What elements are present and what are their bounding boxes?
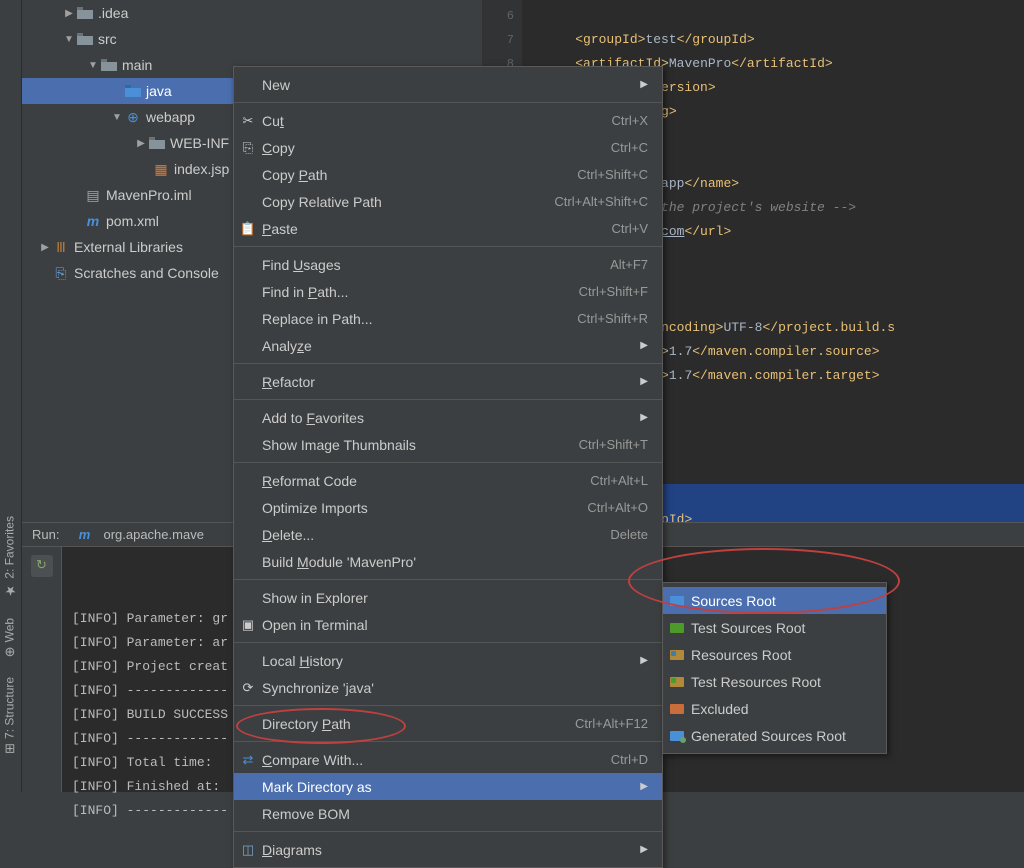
expander-icon[interactable]: ▼ [86, 60, 100, 71]
generated-sources-folder-icon [669, 728, 685, 744]
structure-icon: ⊞ [2, 743, 17, 754]
module-icon: ▤ [84, 187, 102, 204]
tree-label: main [122, 57, 152, 73]
tree-label: webapp [146, 109, 195, 125]
submenu-resources-root[interactable]: Resources Root [663, 641, 886, 668]
chevron-right-icon: ▶ [640, 340, 648, 351]
globe-icon: ⊕ [2, 646, 17, 657]
web-folder-icon: ⊕ [124, 109, 142, 126]
submenu-test-sources-root[interactable]: Test Sources Root [663, 614, 886, 641]
tree-label: index.jsp [174, 161, 229, 177]
tree-item-src[interactable]: ▼ src [22, 26, 482, 52]
ctx-show-thumbnails[interactable]: Show Image ThumbnailsCtrl+Shift+T [234, 431, 662, 458]
ctx-diagrams[interactable]: ◫Diagrams▶ [234, 836, 662, 863]
sources-folder-icon [669, 593, 685, 609]
mark-directory-submenu: Sources Root Test Sources Root Resources… [662, 582, 887, 754]
chevron-right-icon: ▶ [640, 79, 648, 90]
tree-label: Scratches and Console [74, 265, 219, 281]
folder-icon [124, 85, 142, 97]
clipboard-icon: 📋 [240, 221, 256, 237]
tree-label: WEB-INF [170, 135, 229, 151]
tree-label: .idea [98, 5, 128, 21]
submenu-excluded[interactable]: Excluded [663, 695, 886, 722]
side-tab-web[interactable]: ⊕Web [0, 608, 19, 667]
run-tab[interactable]: m org.apache.mave [75, 527, 203, 542]
ctx-copy[interactable]: ⎘CopyCtrl+C [234, 134, 662, 161]
jsp-icon: ▦ [152, 161, 170, 178]
tree-label: MavenPro.iml [106, 187, 192, 203]
ctx-analyze[interactable]: Analyze▶ [234, 332, 662, 359]
folder-icon [100, 59, 118, 71]
expander-icon[interactable]: ▶ [134, 138, 148, 149]
test-sources-folder-icon [669, 620, 685, 636]
ctx-add-favorites[interactable]: Add to Favorites▶ [234, 404, 662, 431]
folder-icon [76, 33, 94, 45]
ctx-compare-with[interactable]: ⇄Compare With...Ctrl+D [234, 746, 662, 773]
rerun-icon[interactable]: ↻ [31, 555, 53, 577]
chevron-right-icon: ▶ [640, 781, 648, 792]
ctx-find-usages[interactable]: Find UsagesAlt+F7 [234, 251, 662, 278]
ctx-reformat[interactable]: Reformat CodeCtrl+Alt+L [234, 467, 662, 494]
ctx-new[interactable]: New▶ [234, 71, 662, 98]
maven-icon: m [75, 527, 93, 542]
compare-icon: ⇄ [240, 752, 256, 768]
tree-label: pom.xml [106, 213, 159, 229]
ctx-build-module[interactable]: Build Module 'MavenPro' [234, 548, 662, 575]
ctx-remove-bom[interactable]: Remove BOM [234, 800, 662, 827]
star-icon: ★ [2, 583, 17, 598]
chevron-right-icon: ▶ [640, 655, 648, 666]
ctx-open-terminal[interactable]: ▣Open in Terminal [234, 611, 662, 638]
ctx-delete[interactable]: Delete...Delete [234, 521, 662, 548]
tree-label: java [146, 83, 172, 99]
ctx-replace-in-path[interactable]: Replace in Path...Ctrl+Shift+R [234, 305, 662, 332]
diagram-icon: ◫ [240, 842, 256, 858]
folder-icon [76, 7, 94, 19]
chevron-right-icon: ▶ [640, 844, 648, 855]
ctx-cut[interactable]: ✂CutCtrl+X [234, 107, 662, 134]
scissors-icon: ✂ [240, 113, 256, 129]
expander-icon[interactable]: ▶ [38, 242, 52, 253]
submenu-generated-sources-root[interactable]: Generated Sources Root [663, 722, 886, 749]
ctx-refactor[interactable]: Refactor▶ [234, 368, 662, 395]
terminal-icon: ▣ [240, 617, 256, 633]
chevron-right-icon: ▶ [640, 376, 648, 387]
ctx-copy-relative-path[interactable]: Copy Relative PathCtrl+Alt+Shift+C [234, 188, 662, 215]
side-tab-favorites[interactable]: ★2: Favorites [0, 506, 19, 608]
folder-icon [148, 137, 166, 149]
sync-icon: ⟳ [240, 680, 256, 696]
resources-folder-icon [669, 647, 685, 663]
test-resources-folder-icon [669, 674, 685, 690]
ctx-show-explorer[interactable]: Show in Explorer [234, 584, 662, 611]
run-label: Run: [32, 527, 59, 542]
expander-icon[interactable]: ▶ [62, 8, 76, 19]
console-toolbar: ↻ [22, 547, 62, 792]
submenu-sources-root[interactable]: Sources Root [663, 587, 886, 614]
ctx-mark-directory-as[interactable]: Mark Directory as▶ [234, 773, 662, 800]
maven-icon: m [84, 213, 102, 229]
tree-label: External Libraries [74, 239, 183, 255]
ctx-paste[interactable]: 📋PasteCtrl+V [234, 215, 662, 242]
tree-item-idea[interactable]: ▶ .idea [22, 0, 482, 26]
expander-icon[interactable]: ▼ [110, 112, 124, 123]
libraries-icon: Ⅲ [52, 239, 70, 256]
scratches-icon: ⎘ [52, 265, 70, 282]
ctx-directory-path[interactable]: Directory PathCtrl+Alt+F12 [234, 710, 662, 737]
expander-icon[interactable]: ▼ [62, 34, 76, 45]
chevron-right-icon: ▶ [640, 412, 648, 423]
copy-icon: ⎘ [240, 140, 256, 156]
ctx-optimize-imports[interactable]: Optimize ImportsCtrl+Alt+O [234, 494, 662, 521]
excluded-folder-icon [669, 701, 685, 717]
tree-label: src [98, 31, 117, 47]
submenu-test-resources-root[interactable]: Test Resources Root [663, 668, 886, 695]
ctx-copy-path[interactable]: Copy PathCtrl+Shift+C [234, 161, 662, 188]
left-toolbar: ★2: Favorites ⊕Web ⊞7: Structure [0, 0, 22, 792]
context-menu: New▶ ✂CutCtrl+X ⎘CopyCtrl+C Copy PathCtr… [233, 66, 663, 868]
side-tab-structure[interactable]: ⊞7: Structure [0, 667, 19, 764]
ctx-synchronize[interactable]: ⟳Synchronize 'java' [234, 674, 662, 701]
ctx-local-history[interactable]: Local History▶ [234, 647, 662, 674]
ctx-find-in-path[interactable]: Find in Path...Ctrl+Shift+F [234, 278, 662, 305]
